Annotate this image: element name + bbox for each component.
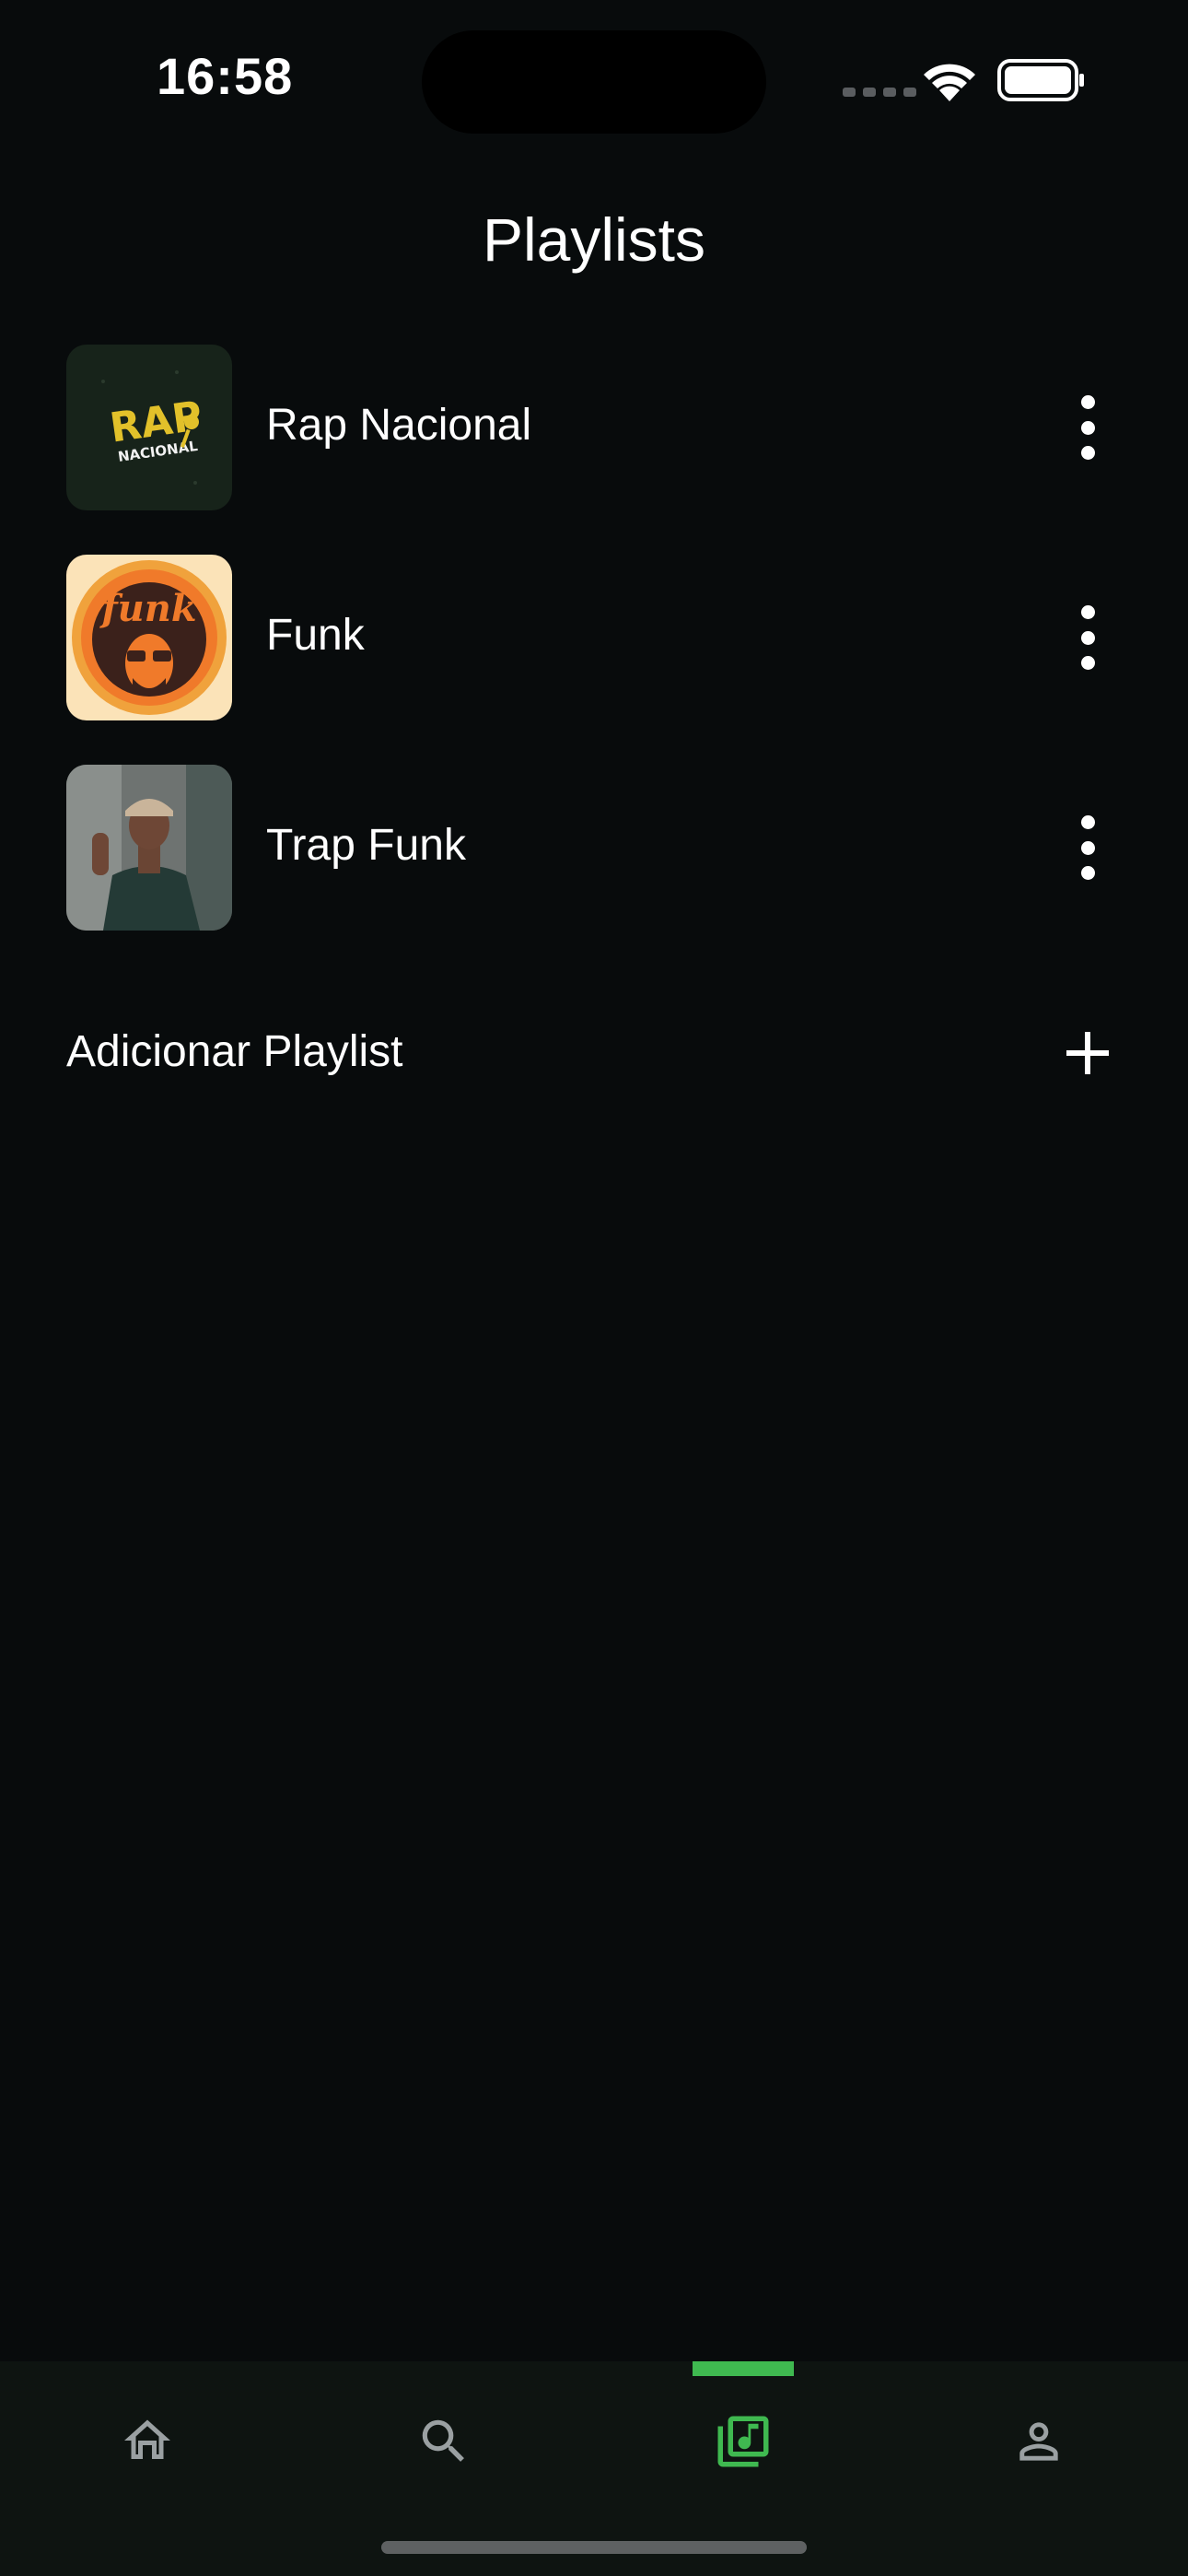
playlist-item-trap-funk[interactable]: Trap Funk: [0, 765, 1188, 931]
playlist-list: RAP NACIONAL Rap Nacional funk Funk Trap…: [0, 345, 1188, 975]
nav-profile[interactable]: [965, 2361, 1112, 2518]
more-options-button[interactable]: [1066, 605, 1109, 670]
playlist-item-funk[interactable]: funk Funk: [0, 555, 1188, 721]
cellular-signal-icon: [843, 88, 916, 97]
add-playlist-label: Adicionar Playlist: [66, 1027, 403, 1076]
library-music-icon: [717, 2416, 769, 2467]
playlist-cover-funk: funk: [66, 555, 232, 720]
playlist-item-rap-nacional[interactable]: RAP NACIONAL Rap Nacional: [0, 345, 1188, 511]
home-icon: [124, 2419, 170, 2459]
status-time: 16:58: [157, 47, 294, 105]
wifi-icon: [924, 64, 975, 101]
dynamic-island: [422, 30, 766, 134]
more-options-button[interactable]: [1066, 815, 1109, 880]
playlist-name: Rap Nacional: [266, 401, 532, 450]
search-icon: [422, 2419, 464, 2462]
playlist-cover-rap-nacional: RAP NACIONAL: [66, 345, 232, 510]
person-icon: [1019, 2422, 1058, 2461]
page-title: Playlists: [482, 205, 706, 274]
playlist-name: Trap Funk: [266, 821, 466, 870]
svg-text:funk: funk: [99, 587, 196, 630]
add-playlist-row[interactable]: Adicionar Playlist: [0, 1017, 1188, 1091]
nav-home[interactable]: [74, 2361, 221, 2518]
plus-icon[interactable]: [1066, 1032, 1109, 1074]
home-indicator[interactable]: [381, 2541, 807, 2554]
nav-search[interactable]: [370, 2361, 518, 2518]
status-bar: 16:58: [0, 0, 1188, 166]
nav-library[interactable]: [670, 2361, 817, 2518]
more-options-button[interactable]: [1066, 395, 1109, 460]
playlist-cover-trap-funk: [66, 765, 232, 931]
playlist-name: Funk: [266, 611, 365, 660]
battery-icon: [997, 59, 1084, 101]
